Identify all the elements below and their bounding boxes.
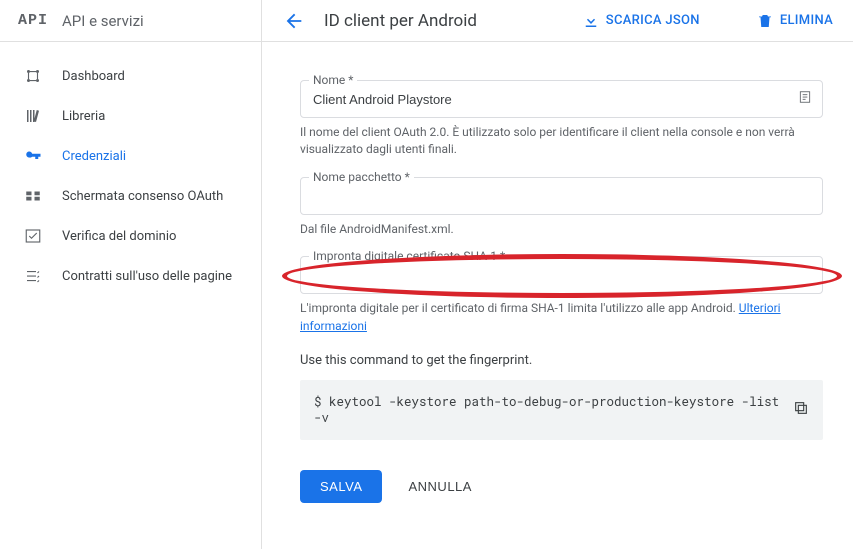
consent-icon <box>24 187 42 205</box>
name-field: Nome * Il nome del client OAuth 2.0. È u… <box>300 80 823 159</box>
sidebar-item-agreements[interactable]: Contratti sull'uso delle pagine <box>0 256 261 296</box>
package-helper: Dal file AndroidManifest.xml. <box>300 221 823 238</box>
package-label: Nome pacchetto * <box>309 170 414 184</box>
content: Nome * Il nome del client OAuth 2.0. È u… <box>262 42 853 523</box>
fingerprint-hint: Use this command to get the fingerprint. <box>300 353 823 368</box>
sidebar-item-library[interactable]: Libreria <box>0 96 261 136</box>
sidebar-item-label: Schermata consenso OAuth <box>62 189 223 204</box>
key-icon <box>24 147 42 165</box>
sidebar-item-label: Credenziali <box>62 149 126 164</box>
note-icon <box>798 90 812 108</box>
copy-icon <box>793 400 809 416</box>
sidebar-item-label: Contratti sull'uso delle pagine <box>62 269 232 284</box>
package-field: Nome pacchetto * Dal file AndroidManifes… <box>300 177 823 238</box>
page-title: ID client per Android <box>324 11 564 31</box>
sidebar-item-label: Verifica del dominio <box>62 229 176 244</box>
sidebar: API API e servizi Dashboard Libreria Cre… <box>0 0 262 549</box>
name-helper: Il nome del client OAuth 2.0. È utilizza… <box>300 124 823 159</box>
download-icon <box>582 12 600 30</box>
sidebar-item-dashboard[interactable]: Dashboard <box>0 56 261 96</box>
sidebar-item-label: Dashboard <box>62 69 125 84</box>
sha1-helper: L'impronta digitale per il certificato d… <box>300 300 823 335</box>
cancel-button[interactable]: ANNULLA <box>408 479 471 494</box>
sidebar-header: API API e servizi <box>0 0 261 42</box>
sha1-helper-text: L'impronta digitale per il certificato d… <box>300 301 736 315</box>
arrow-left-icon <box>283 10 305 32</box>
copy-button[interactable] <box>793 400 809 420</box>
back-button[interactable] <box>282 9 306 33</box>
download-json-label: SCARICA JSON <box>606 13 700 28</box>
dashboard-icon <box>24 67 42 85</box>
sha1-label: Impronta digitale certificato SHA-1 * <box>309 249 509 263</box>
save-button[interactable]: SALVA <box>300 470 382 503</box>
download-json-button[interactable]: SCARICA JSON <box>582 12 700 30</box>
fingerprint-command: $ keytool -keystore path-to-debug-or-pro… <box>314 394 793 426</box>
trash-icon <box>756 12 774 30</box>
sidebar-item-domain[interactable]: Verifica del dominio <box>0 216 261 256</box>
fingerprint-command-box: $ keytool -keystore path-to-debug-or-pro… <box>300 380 823 440</box>
name-input[interactable] <box>313 81 810 117</box>
api-logo: API <box>18 12 48 29</box>
name-label: Nome * <box>309 73 357 87</box>
sidebar-item-label: Libreria <box>62 109 105 124</box>
sidebar-nav: Dashboard Libreria Credenziali Schermata… <box>0 42 261 296</box>
form-actions: SALVA ANNULLA <box>300 470 823 503</box>
sidebar-item-credentials[interactable]: Credenziali <box>0 136 261 176</box>
agreements-icon <box>24 267 42 285</box>
delete-label: ELIMINA <box>780 13 833 28</box>
delete-button[interactable]: ELIMINA <box>756 12 833 30</box>
domain-check-icon <box>24 227 42 245</box>
sha1-field: Impronta digitale certificato SHA-1 * L'… <box>300 256 823 335</box>
sidebar-title: API e servizi <box>62 12 144 30</box>
topbar: ID client per Android SCARICA JSON ELIMI… <box>262 0 853 42</box>
sidebar-item-consent[interactable]: Schermata consenso OAuth <box>0 176 261 216</box>
library-icon <box>24 107 42 125</box>
main: ID client per Android SCARICA JSON ELIMI… <box>262 0 853 549</box>
